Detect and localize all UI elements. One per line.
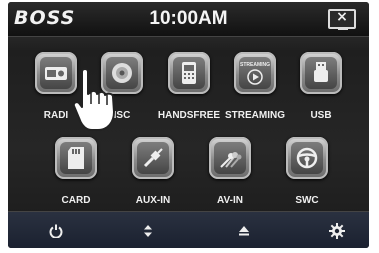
clock-display: 10:00AM	[149, 8, 228, 29]
pointing-hand-icon	[70, 66, 130, 136]
screen-close-icon[interactable]: ×	[328, 9, 356, 30]
power-icon[interactable]	[47, 222, 65, 240]
av-cables-icon	[214, 142, 246, 174]
swc-label: SWC	[295, 195, 319, 206]
streaming-icon-text: STREAMING	[240, 61, 270, 68]
up-down-icon[interactable]	[139, 222, 157, 240]
av-in-label: AV-IN	[217, 195, 243, 206]
aux-cable-icon	[137, 142, 169, 174]
card-label: CARD	[61, 195, 91, 206]
settings-gear-icon[interactable]	[328, 222, 346, 240]
aux-in-button[interactable]	[132, 137, 174, 179]
phone-icon	[173, 57, 205, 89]
handsfree-label: HANDSFREE	[157, 110, 221, 121]
radio-icon	[40, 57, 72, 89]
bottom-bar	[8, 211, 369, 248]
streaming-play-icon: STREAMING	[239, 57, 271, 89]
top-bar: BOSS 10:00AM ×	[8, 2, 369, 37]
aux-in-label: AUX-IN	[135, 195, 171, 206]
usb-label: USB	[310, 110, 332, 121]
swc-button[interactable]	[286, 137, 328, 179]
usb-icon	[305, 57, 337, 89]
streaming-label: STREAMING	[225, 110, 285, 121]
streaming-button[interactable]: STREAMING	[234, 52, 276, 94]
eject-icon[interactable]	[235, 222, 253, 240]
av-in-button[interactable]	[209, 137, 251, 179]
handsfree-button[interactable]	[168, 52, 210, 94]
card-button[interactable]	[55, 137, 97, 179]
head-unit-screen: BOSS 10:00AM × RADI ISC HANDSFREE STREAM…	[8, 2, 369, 248]
steering-wheel-icon	[291, 142, 323, 174]
sd-card-icon	[60, 142, 92, 174]
usb-button[interactable]	[300, 52, 342, 94]
